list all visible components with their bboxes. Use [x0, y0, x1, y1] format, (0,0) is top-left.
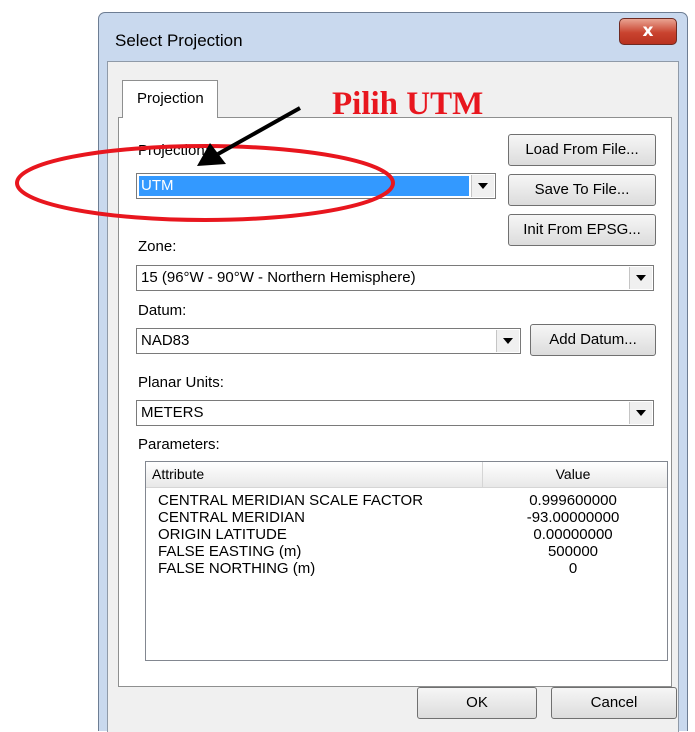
- annotation-text: Pilih UTM: [332, 86, 484, 122]
- tab-projection-label: Projection: [137, 90, 204, 107]
- tab-projection[interactable]: Projection: [122, 80, 218, 118]
